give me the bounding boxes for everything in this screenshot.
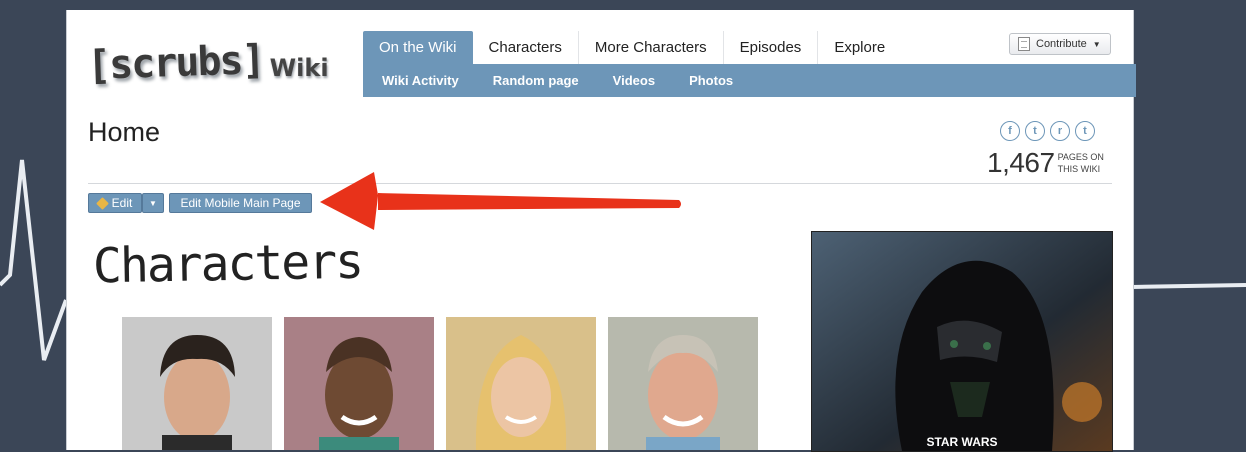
red-arrow-annotation	[320, 172, 681, 230]
